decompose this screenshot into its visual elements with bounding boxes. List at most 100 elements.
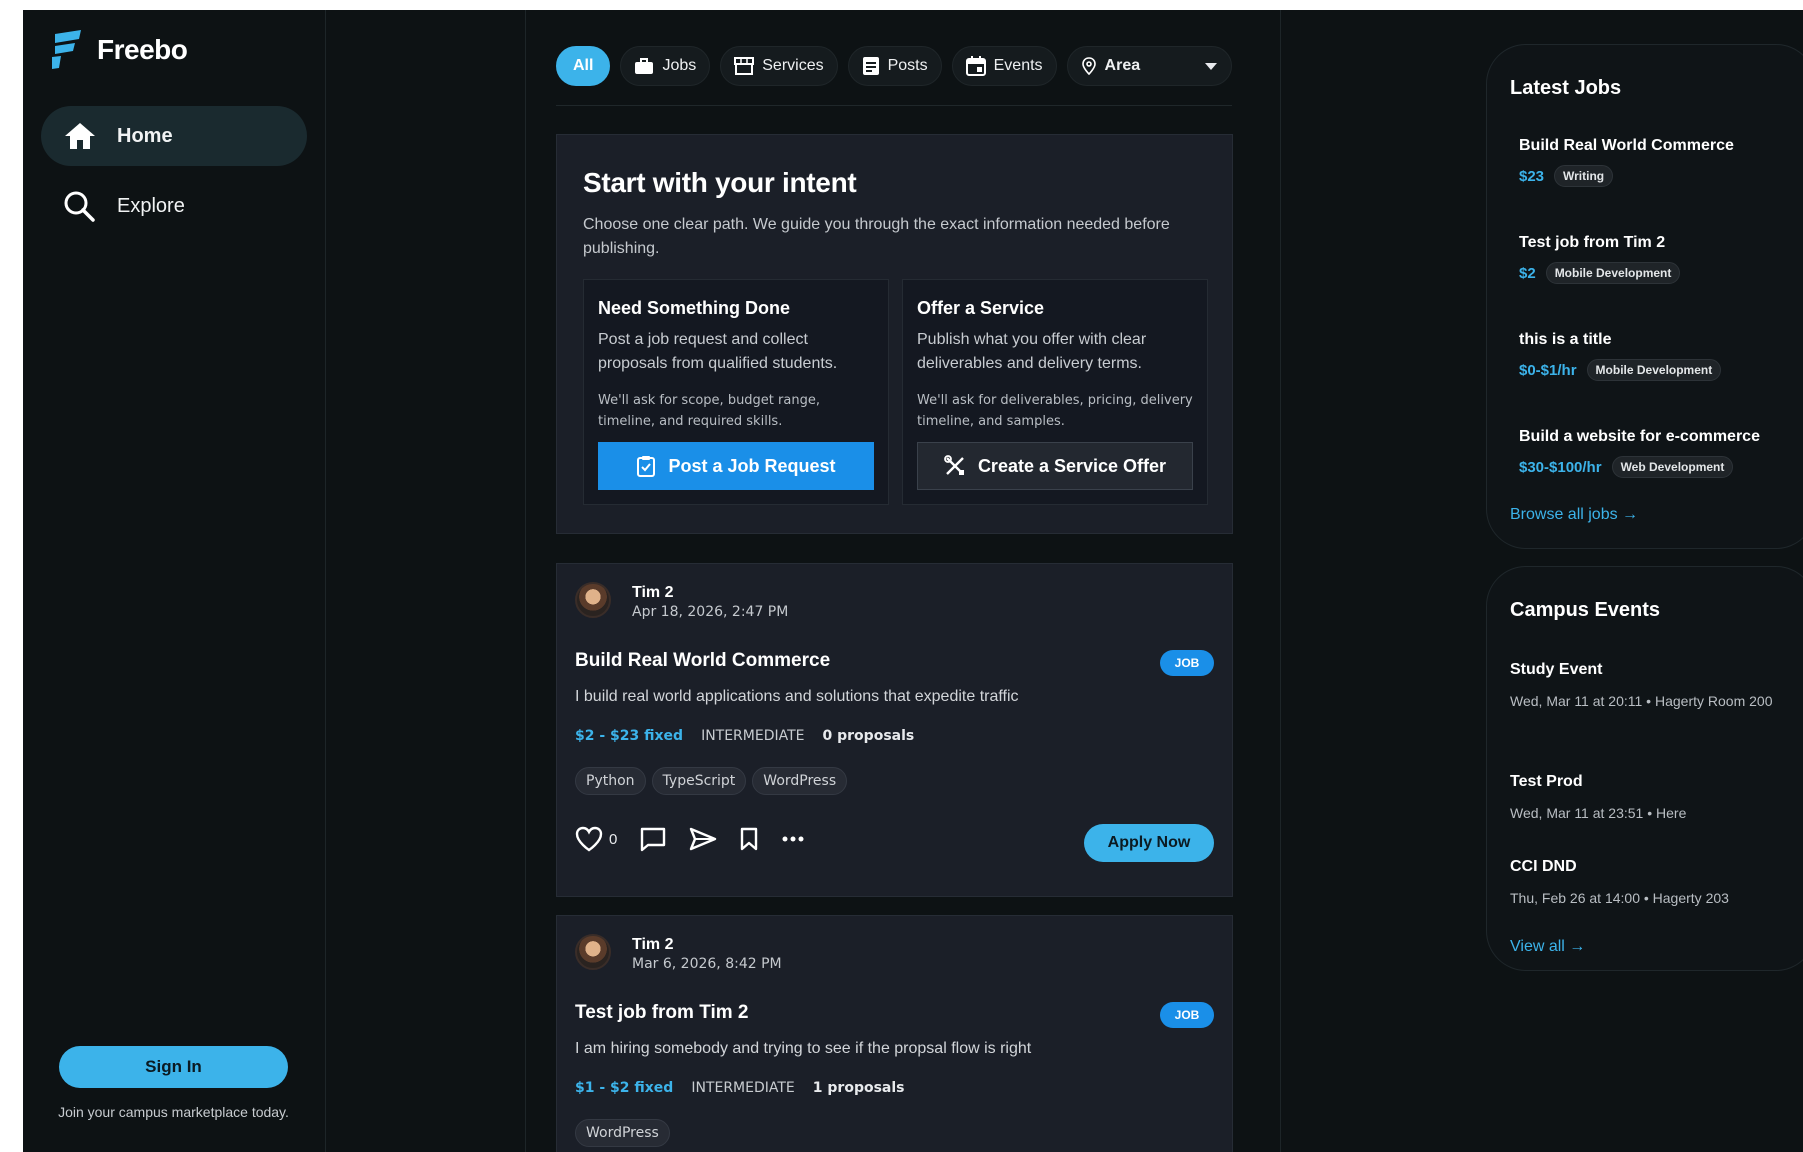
latest-job-item[interactable]: this is a title $0-$1/hr Mobile Developm…	[1519, 331, 1803, 381]
job-title: this is a title	[1519, 331, 1612, 348]
browse-all-jobs-link[interactable]: Browse all jobs →	[1510, 506, 1638, 524]
post-job-request-button[interactable]: Post a Job Request	[598, 442, 874, 490]
event-item[interactable]: Test Prod Wed, Mar 11 at 23:51 • Here	[1510, 773, 1803, 827]
job-title: Test job from Tim 2	[1519, 234, 1666, 251]
skill-tag[interactable]: Python	[575, 767, 646, 795]
area-dropdown[interactable]: Area	[1066, 46, 1232, 86]
app-window: Freebo Home Explore Sign In Join your ca…	[23, 10, 1803, 1152]
avatar[interactable]	[575, 934, 611, 970]
post-card[interactable]: Tim 2 Apr 18, 2026, 2:47 PM Build Real W…	[556, 563, 1233, 897]
filter-chip-posts[interactable]: Posts	[847, 46, 942, 86]
job-badge: JOB	[1160, 650, 1214, 676]
filter-bar: All Jobs Services Posts Events Area	[556, 46, 1232, 106]
filter-label-services: Services	[762, 57, 824, 74]
comment-icon	[641, 827, 666, 852]
option-need-something-done: Need Something Done Post a job request a…	[583, 279, 889, 505]
brand-logo[interactable]: Freebo	[49, 30, 188, 70]
tools-icon	[944, 455, 964, 475]
nav-item-home[interactable]: Home	[41, 106, 307, 166]
view-all-events-link[interactable]: View all →	[1510, 938, 1585, 956]
event-subtitle: Thu, Feb 26 at 14:00 • Hagerty 203	[1510, 890, 1729, 906]
location-pin-icon	[1081, 57, 1096, 75]
option-note: We'll ask for scope, budget range, timel…	[598, 393, 820, 429]
post-price: $2 - $23 fixed	[575, 728, 684, 744]
brand-name: Freebo	[97, 34, 188, 65]
job-title: Build a website for e-commerce	[1519, 428, 1760, 445]
filter-label-all: All	[573, 57, 594, 74]
latest-job-item[interactable]: Build a website for e-commerce $30-$100/…	[1519, 428, 1803, 478]
sign-in-button[interactable]: Sign In	[59, 1046, 288, 1088]
post-date: Mar 6, 2026, 8:42 PM	[632, 956, 782, 972]
option-title: Need Something Done	[598, 298, 791, 318]
event-title: Study Event	[1510, 661, 1603, 678]
post-actions: 0	[575, 826, 827, 852]
option-title: Offer a Service	[917, 298, 1045, 318]
more-horizontal-icon	[782, 836, 804, 842]
job-category-tag: Mobile Development	[1545, 262, 1681, 284]
option-note: We'll ask for deliverables, pricing, del…	[917, 393, 1193, 429]
post-level: INTERMEDIATE	[701, 728, 805, 744]
post-proposals: 0 proposals	[822, 728, 915, 744]
nav-item-explore[interactable]: Explore	[41, 176, 307, 236]
post-date: Apr 18, 2026, 2:47 PM	[632, 604, 789, 620]
share-button[interactable]	[689, 827, 717, 851]
avatar[interactable]	[575, 582, 611, 618]
job-category-tag: Web Development	[1611, 456, 1734, 478]
post-author[interactable]: Tim 2	[632, 936, 674, 954]
filter-chip-jobs[interactable]: Jobs	[620, 46, 711, 86]
send-icon	[690, 827, 717, 851]
chevron-down-icon	[1205, 63, 1217, 70]
job-price: $23	[1519, 167, 1545, 185]
post-meta: $1 - $2 fixed INTERMEDIATE 1 proposals	[575, 1080, 905, 1096]
more-options-button[interactable]	[781, 835, 805, 843]
event-item[interactable]: CCI DND Thu, Feb 26 at 14:00 • Hagerty 2…	[1510, 858, 1803, 912]
filter-label-jobs: Jobs	[662, 57, 697, 74]
intent-description: Choose one clear path. We guide you thro…	[583, 216, 1170, 257]
filter-chip-events[interactable]: Events	[951, 46, 1057, 86]
latest-job-item[interactable]: Test job from Tim 2 $2 Mobile Developmen…	[1519, 234, 1803, 284]
post-title[interactable]: Build Real World Commerce	[575, 650, 830, 672]
home-icon	[65, 123, 95, 149]
briefcase-icon	[635, 58, 654, 74]
intent-title: Start with your intent	[583, 167, 857, 198]
apply-now-button[interactable]: Apply Now	[1084, 824, 1214, 862]
event-item[interactable]: Study Event Wed, Mar 11 at 20:11 • Hager…	[1510, 661, 1803, 715]
latest-jobs-panel: Latest Jobs Build Real World Commerce $2…	[1486, 44, 1803, 549]
filter-label-posts: Posts	[887, 57, 928, 74]
event-title: Test Prod	[1510, 773, 1583, 790]
job-category-tag: Mobile Development	[1586, 359, 1722, 381]
filter-chip-services[interactable]: Services	[720, 46, 838, 86]
search-icon	[64, 191, 95, 222]
campus-events-title: Campus Events	[1510, 599, 1661, 621]
heart-icon	[575, 826, 603, 852]
create-service-offer-label: Create a Service Offer	[977, 455, 1167, 476]
job-price: $0-$1/hr	[1519, 361, 1577, 379]
skill-tag[interactable]: WordPress	[752, 767, 848, 795]
post-card[interactable]: Tim 2 Mar 6, 2026, 8:42 PM Test job from…	[556, 915, 1233, 1152]
filter-label-events: Events	[993, 57, 1043, 74]
event-subtitle: Wed, Mar 11 at 23:51 • Here	[1510, 805, 1687, 821]
skill-tags: WordPress	[575, 1119, 670, 1147]
post-author[interactable]: Tim 2	[632, 584, 674, 602]
post-description: I build real world applications and solu…	[575, 688, 1019, 705]
like-button[interactable]: 0	[575, 826, 617, 852]
bookmark-icon	[741, 827, 758, 851]
like-count: 0	[609, 830, 618, 848]
skill-tag[interactable]: WordPress	[575, 1119, 670, 1147]
comment-button[interactable]	[639, 826, 667, 852]
campus-events-panel: Campus Events Study Event Wed, Mar 11 at…	[1486, 566, 1803, 971]
post-price: $1 - $2 fixed	[575, 1080, 674, 1096]
create-service-offer-button[interactable]: Create a Service Offer	[917, 442, 1193, 490]
filter-chip-all[interactable]: All	[556, 46, 611, 86]
bookmark-button[interactable]	[739, 827, 759, 851]
area-dropdown-label: Area	[1104, 57, 1141, 74]
latest-job-item[interactable]: Build Real World Commerce $23 Writing	[1519, 137, 1803, 187]
latest-jobs-title: Latest Jobs	[1510, 77, 1622, 99]
left-sidebar: Freebo Home Explore Sign In Join your ca…	[23, 10, 326, 1152]
job-category-tag: Writing	[1554, 165, 1614, 187]
skill-tag[interactable]: TypeScript	[651, 767, 747, 795]
storefront-icon	[734, 57, 755, 75]
sign-in-note: Join your campus marketplace today.	[58, 1104, 289, 1120]
post-title[interactable]: Test job from Tim 2	[575, 1002, 749, 1024]
option-offer-a-service: Offer a Service Publish what you offer w…	[902, 279, 1208, 505]
